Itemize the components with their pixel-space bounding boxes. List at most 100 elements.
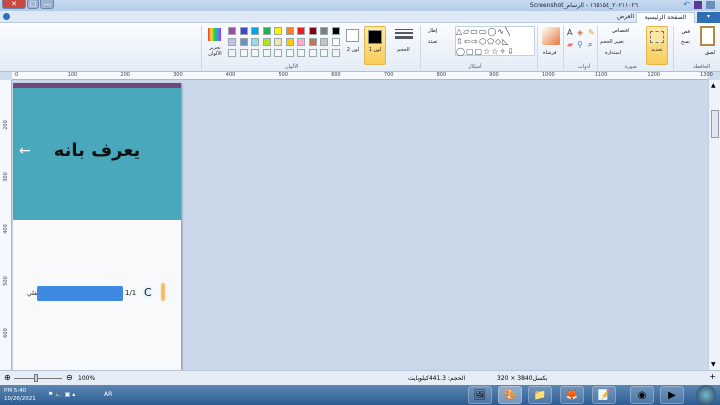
minimize-button[interactable]: — [40,0,54,9]
shapes-gallery[interactable]: △▱▭▭◯∿╲ ⇧⇦⇨⬡⬠◇◺ ◯▢▢☆☆✧⇩ [455,26,535,56]
resize-button[interactable]: تغيير الحجم [600,39,624,45]
color-swatch[interactable] [239,38,248,46]
close-button[interactable]: ✕ [2,0,26,9]
tab-home[interactable]: الصفحة الرئيسية [635,12,695,23]
vertical-scrollbar[interactable]: ▲ ▼ [708,80,720,370]
scroll-thumb[interactable] [711,110,719,138]
color1-button[interactable]: لون 1 [364,26,386,65]
clock[interactable]: PM 5:40 10/26/2021 [4,387,36,403]
zoom-slider[interactable] [14,378,62,379]
paste-icon[interactable] [700,26,715,46]
cut-button[interactable]: قص [681,29,690,35]
copy-button[interactable]: نسخ [681,39,690,45]
zoom-in-button[interactable]: ⊕ [4,373,11,382]
color2-label[interactable]: لون 2 [346,47,360,53]
crop-button[interactable]: اقتصاص [612,28,629,34]
color-swatch[interactable] [297,49,305,57]
tray-icons[interactable]: ⚑ 🔈 ▣ ▴ [48,391,75,398]
rotate-button[interactable]: استدارة [605,50,621,56]
vertical-ruler: 200 300 400 500 600 [0,80,12,370]
size-button[interactable]: الحجم [397,47,410,53]
progress-fill [37,286,123,301]
color-swatch[interactable] [320,27,328,35]
taskbar-app-paint[interactable]: 🎨 [498,386,522,404]
select-icon [650,31,664,43]
color-swatch[interactable] [320,49,328,57]
tab-view[interactable]: العرض [609,12,642,23]
color-swatch[interactable] [262,38,271,46]
color-picker-icon[interactable]: ⚲ [577,40,583,49]
zoom-out-button[interactable]: ⊖ [66,373,73,382]
paint-app-icon[interactable] [706,1,715,9]
ruler-tick-label: 200 [120,72,130,78]
pencil-tool-icon[interactable]: ✎ [588,28,595,37]
taskbar-app-firefox[interactable]: 🦊 [560,386,584,404]
color-swatch[interactable] [285,27,294,35]
color-swatch[interactable] [331,27,340,35]
size-icon[interactable] [395,29,413,39]
ruler-tick-label: 700 [383,72,394,78]
edit-colors-icon[interactable] [208,28,221,41]
color1-swatch [368,30,382,44]
undo-icon[interactable]: ↶ [683,0,690,9]
taskbar-app-media[interactable]: ▶ [660,386,684,404]
status-bar: ⊕ ⊖ 100% الحجم: 441.3كيلوبايت 320 × 3840… [0,370,720,385]
brush-icon[interactable] [542,27,560,45]
taskbar-app-word[interactable]: 📝 [592,386,616,404]
ruler-tick-label: 800 [436,72,447,78]
color-swatch[interactable] [274,49,282,57]
save-icon[interactable] [694,1,702,9]
color-swatch[interactable] [297,27,305,35]
color-swatch[interactable] [308,27,317,35]
restore-button[interactable]: ▢ [27,0,39,9]
colors-group-label: الألوان [285,64,299,70]
color-swatch[interactable] [262,27,271,35]
taskbar-app-file-explorer[interactable]: 📁 [528,386,552,404]
color-swatch[interactable] [251,38,259,46]
shape-outline-button[interactable]: إطار [428,28,437,34]
color-swatch[interactable] [285,38,294,46]
color-swatch[interactable] [228,49,236,57]
shapes-group-label: أشكال [468,64,482,70]
brushes-button[interactable]: فرشاة [543,50,556,56]
horizontal-ruler: 0 100 200 300 400 500 600 700 800 900 1000 1100 1200… [12,72,713,80]
select-button[interactable]: تحديد [646,26,668,65]
color-swatch[interactable] [251,49,259,57]
language-indicator[interactable]: AR [104,391,112,398]
color-swatch[interactable] [251,27,259,35]
magnifier-icon[interactable]: ⌕ [588,40,592,50]
zoom-slider-thumb[interactable] [34,374,38,382]
shape-fill-button[interactable]: تعبئة [428,39,438,45]
window-title: Screenshot_٢٠٢١١٠٢٦_١٦٥١٥٤ - الرسام [529,2,638,9]
color-swatch[interactable] [320,38,328,46]
color-swatch[interactable] [228,27,236,35]
eraser-tool-icon[interactable]: ▰ [567,40,573,49]
scroll-down-icon[interactable]: ▼ [711,361,716,368]
file-menu-button[interactable]: ▾ [697,12,720,23]
color-swatch[interactable] [274,38,282,46]
scroll-up-icon[interactable]: ▲ [711,82,716,89]
color-swatch[interactable] [228,38,236,46]
ruler-tick-label: 300 [173,72,183,78]
color2-swatch[interactable] [346,29,359,42]
color-swatch[interactable] [331,38,340,46]
color-swatch[interactable] [239,49,248,57]
color-swatch[interactable] [297,38,305,46]
color-swatch[interactable] [308,38,317,46]
start-button[interactable] [696,385,716,405]
fill-tool-icon[interactable]: ◈ [577,28,583,37]
color-swatch[interactable] [262,49,271,57]
canvas-workspace[interactable]: ← يعرف بانه السفلي 1/1 C [12,80,708,370]
color-swatch[interactable] [331,49,340,57]
color-swatch[interactable] [308,49,317,57]
text-tool-icon[interactable]: A [567,28,572,37]
image-canvas[interactable]: ← يعرف بانه السفلي 1/1 C [13,83,181,370]
taskbar-app-explorer-thumb[interactable]: 🖼 [468,386,492,404]
color-swatch[interactable] [274,27,282,35]
paste-button[interactable]: لصق [705,50,715,56]
taskbar-app-chrome[interactable]: ◉ [630,386,654,404]
help-icon[interactable] [3,13,10,20]
color-swatch[interactable] [239,27,248,35]
color-swatch[interactable] [285,49,294,57]
edit-colors-button[interactable]: تحرير الألوان [204,45,226,57]
